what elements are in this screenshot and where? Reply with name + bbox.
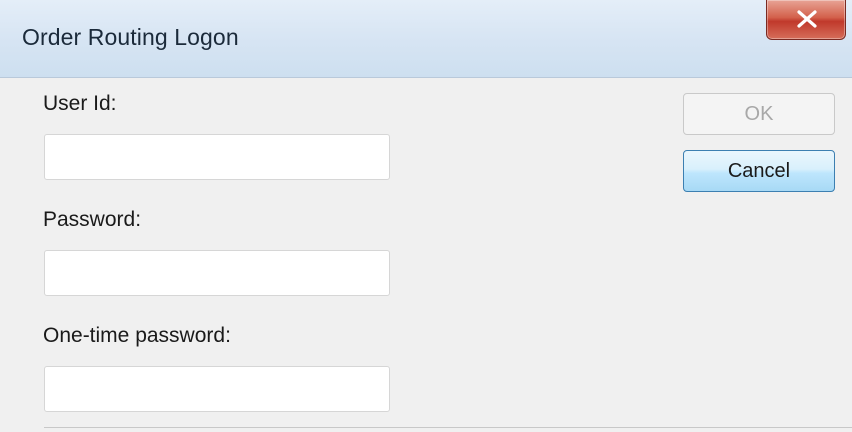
dialog-body: User Id: Password: One-time password: OK… xyxy=(0,78,852,432)
window-title: Order Routing Logon xyxy=(22,24,239,50)
one-time-password-input[interactable] xyxy=(44,366,390,412)
ok-button[interactable]: OK xyxy=(683,93,835,135)
user-id-label: User Id: xyxy=(43,92,117,115)
password-label: Password: xyxy=(43,208,142,231)
close-button[interactable] xyxy=(766,0,846,40)
divider xyxy=(44,427,852,428)
title-bar[interactable]: Order Routing Logon xyxy=(0,0,852,78)
password-input[interactable] xyxy=(44,250,390,296)
one-time-password-label: One-time password: xyxy=(43,324,231,347)
user-id-input[interactable] xyxy=(44,134,390,180)
cancel-button[interactable]: Cancel xyxy=(683,150,835,192)
close-x-icon xyxy=(797,10,817,28)
logon-dialog: Order Routing Logon User Id: Password: O… xyxy=(0,0,852,432)
